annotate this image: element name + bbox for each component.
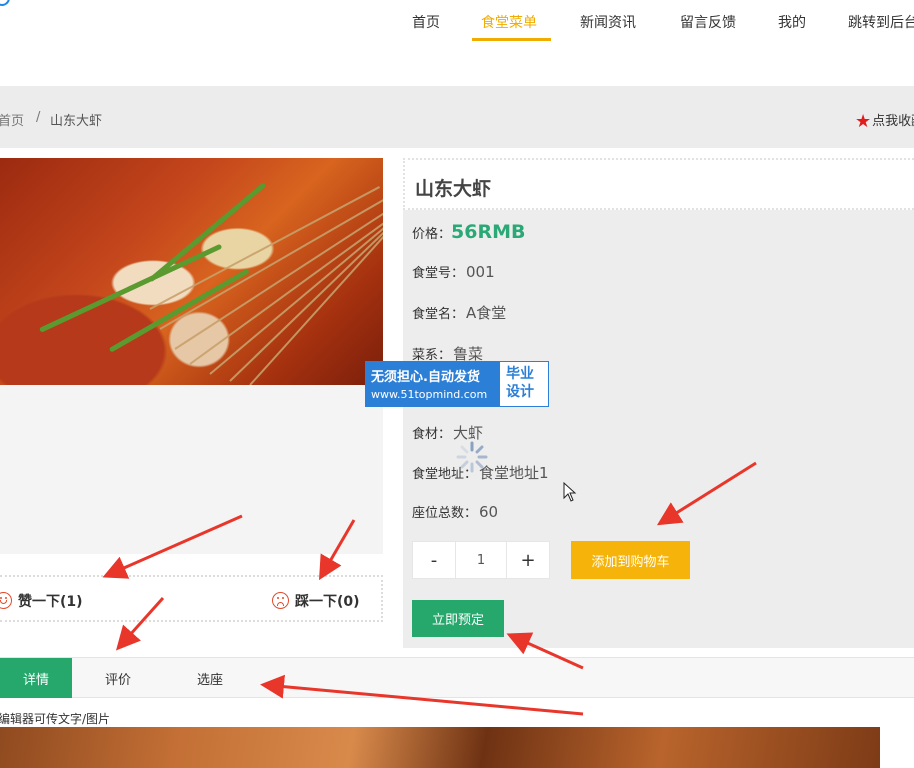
field-value: 60 bbox=[479, 503, 499, 521]
quantity-minus-button[interactable]: - bbox=[412, 541, 456, 579]
like-label: 赞一下(1) bbox=[18, 594, 83, 610]
field-value: 食堂地址1 bbox=[479, 464, 549, 482]
breadcrumb-home[interactable]: 首页 bbox=[0, 110, 24, 129]
field-label: 座位总数： bbox=[412, 506, 478, 521]
like-button[interactable]: 赞一下(1) bbox=[0, 591, 83, 611]
add-to-cart-button[interactable]: 添加到购物车 bbox=[571, 541, 690, 579]
nav-active-indicator bbox=[472, 38, 551, 41]
watermark-line2: www.51topmind.com bbox=[371, 388, 488, 401]
dislike-label: 踩一下(0) bbox=[295, 594, 360, 610]
book-now-button[interactable]: 立即预定 bbox=[412, 600, 504, 637]
quantity-plus-button[interactable]: + bbox=[506, 541, 550, 579]
price-row: 价格：56RMB bbox=[412, 221, 525, 243]
watermark-line1: 无须担心.自动发货 bbox=[371, 370, 480, 385]
nav-item-news[interactable]: 新闻资讯 bbox=[580, 12, 636, 32]
watermark-badge-text: 毕业 设计 bbox=[500, 362, 548, 406]
top-navigation: 首页 食堂菜单 新闻资讯 留言反馈 我的 跳转到后台 bbox=[0, 0, 914, 86]
breadcrumb-separator: / bbox=[36, 110, 41, 125]
logo-icon bbox=[0, 0, 10, 6]
quantity-input[interactable]: 1 bbox=[456, 541, 506, 579]
smile-face-icon bbox=[0, 592, 12, 609]
detail-tabs: 详情 评价 选座 bbox=[0, 657, 914, 698]
sad-face-icon bbox=[272, 592, 289, 609]
dislike-button[interactable]: 踩一下(0) bbox=[272, 591, 360, 611]
star-icon: ★ bbox=[855, 111, 872, 132]
quantity-stepper: - 1 + bbox=[412, 541, 550, 579]
detail-image bbox=[0, 727, 880, 768]
watermark-badge-line2: 设计 bbox=[506, 384, 534, 400]
tab-reviews[interactable]: 评价 bbox=[82, 658, 154, 698]
watermark-badge: 无须担心.自动发货 www.51topmind.com 毕业 设计 bbox=[365, 361, 549, 407]
tab-seat-selection[interactable]: 选座 bbox=[174, 658, 246, 698]
page: 首页 食堂菜单 新闻资讯 留言反馈 我的 跳转到后台 首页 / 山东大虾 ★点我… bbox=[0, 0, 914, 768]
field-label: 食堂号： bbox=[412, 266, 465, 281]
nav-item-admin[interactable]: 跳转到后台 bbox=[848, 12, 914, 32]
price-label: 价格： bbox=[412, 227, 452, 242]
favorite-button[interactable]: ★点我收藏 bbox=[855, 110, 914, 132]
breadcrumb: 首页 / 山东大虾 ★点我收藏 bbox=[0, 86, 914, 148]
favorite-label: 点我收藏 bbox=[872, 114, 914, 129]
nav-item-menu[interactable]: 食堂菜单 bbox=[481, 12, 537, 32]
field-canteen-no: 食堂号： 001 bbox=[412, 262, 495, 281]
field-seats: 座位总数： 60 bbox=[412, 502, 498, 521]
detail-text: 编辑器可传文字/图片 bbox=[0, 712, 111, 726]
field-value: 001 bbox=[466, 263, 495, 281]
nav-item-mine[interactable]: 我的 bbox=[778, 12, 806, 32]
price-value: 56RMB bbox=[451, 221, 526, 243]
tab-details[interactable]: 详情 bbox=[0, 658, 72, 698]
watermark-badge-line1: 毕业 bbox=[506, 366, 534, 382]
field-value: A食堂 bbox=[466, 304, 507, 322]
product-image bbox=[0, 158, 383, 385]
field-label: 食材： bbox=[412, 427, 452, 442]
watermark-text: 无须担心.自动发货 www.51topmind.com bbox=[366, 362, 500, 406]
nav-item-home[interactable]: 首页 bbox=[412, 12, 440, 32]
mouse-cursor-icon bbox=[563, 482, 577, 502]
vote-bar: 赞一下(1) 踩一下(0) bbox=[0, 575, 383, 622]
product-title: 山东大虾 bbox=[415, 178, 492, 200]
field-label: 食堂名： bbox=[412, 307, 465, 322]
field-canteen-name: 食堂名： A食堂 bbox=[412, 302, 506, 323]
spinner-icon bbox=[456, 441, 488, 473]
nav-item-feedback[interactable]: 留言反馈 bbox=[680, 12, 736, 32]
breadcrumb-current: 山东大虾 bbox=[50, 114, 103, 129]
